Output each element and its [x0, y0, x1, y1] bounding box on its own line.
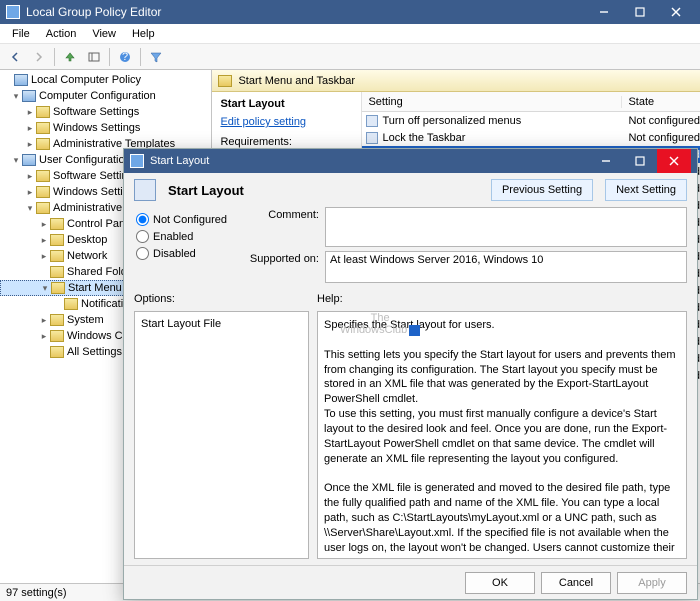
toolbar-separator: [140, 48, 141, 66]
row-state: Not configured: [622, 115, 700, 127]
apply-button[interactable]: Apply: [617, 572, 687, 594]
tree-cc-software[interactable]: ▸Software Settings: [0, 104, 211, 120]
dialog-minimize-button[interactable]: [589, 149, 623, 173]
dialog-close-button[interactable]: [657, 149, 691, 173]
dialog-icon: [130, 154, 144, 168]
tree-cc-windows[interactable]: ▸Windows Settings: [0, 120, 211, 136]
tree-label: Software Settings: [53, 106, 139, 118]
tree-label: Windows Settings: [53, 122, 140, 134]
policy-dialog: Start Layout Start Layout Previous Setti…: [123, 148, 698, 600]
previous-setting-button[interactable]: Previous Setting: [491, 179, 593, 201]
tree-label: User Configuration: [39, 154, 131, 166]
requirements-label: Requirements:: [220, 136, 353, 148]
maximize-button[interactable]: [622, 0, 658, 24]
minimize-button[interactable]: [586, 0, 622, 24]
right-heading: Start Menu and Taskbar: [238, 75, 355, 87]
setting-icon: [366, 115, 378, 127]
menu-view[interactable]: View: [86, 26, 122, 42]
radio-enabled[interactable]: Enabled: [136, 230, 227, 243]
menu-action[interactable]: Action: [40, 26, 83, 42]
dialog-title: Start Layout: [150, 155, 589, 167]
folder-icon: [218, 75, 232, 87]
list-row[interactable]: Turn off personalized menus Not configure…: [362, 112, 700, 129]
right-header: Start Menu and Taskbar: [212, 70, 700, 92]
forward-button[interactable]: [28, 46, 50, 68]
menubar: File Action View Help: [0, 24, 700, 44]
col-setting[interactable]: Setting: [362, 96, 622, 108]
menu-help[interactable]: Help: [126, 26, 161, 42]
tree-label: All Settings: [67, 346, 122, 358]
close-button[interactable]: [658, 0, 694, 24]
cancel-button[interactable]: Cancel: [541, 572, 611, 594]
edit-policy-link[interactable]: Edit policy setting: [220, 116, 306, 128]
tree-root[interactable]: Local Computer Policy: [0, 72, 211, 88]
toolbar-separator: [54, 48, 55, 66]
tree-label: Computer Configuration: [39, 90, 156, 102]
setting-icon: [366, 132, 378, 144]
supported-text: At least Windows Server 2016, Windows 10: [325, 251, 687, 283]
up-button[interactable]: [59, 46, 81, 68]
next-setting-button[interactable]: Next Setting: [605, 179, 687, 201]
detail-title: Start Layout: [220, 98, 353, 110]
window-title: Local Group Policy Editor: [26, 5, 586, 19]
policy-icon: [134, 179, 156, 201]
comment-input[interactable]: [325, 207, 687, 247]
menu-file[interactable]: File: [6, 26, 36, 42]
show-hide-button[interactable]: [83, 46, 105, 68]
tree-label: Network: [67, 250, 107, 262]
radio-label: Disabled: [153, 248, 196, 260]
option-field-label: Start Layout File: [141, 318, 221, 330]
toolbar: ?: [0, 44, 700, 70]
dialog-button-row: OK Cancel Apply: [124, 565, 697, 599]
col-state[interactable]: State: [622, 96, 700, 108]
status-count: 97 setting(s): [6, 587, 67, 599]
tree-label: Desktop: [67, 234, 107, 246]
tree-computer-config[interactable]: ▾Computer Configuration: [0, 88, 211, 104]
svg-text:?: ?: [122, 51, 128, 63]
ok-button[interactable]: OK: [465, 572, 535, 594]
help-button[interactable]: ?: [114, 46, 136, 68]
help-panel[interactable]: Specifies the Start layout for users.Thi…: [317, 311, 687, 559]
supported-label: Supported on:: [239, 251, 319, 265]
radio-label: Enabled: [153, 231, 193, 243]
options-label: Options:: [134, 293, 309, 305]
state-radio-group: Not Configured Enabled Disabled: [134, 207, 229, 287]
filter-button[interactable]: [145, 46, 167, 68]
toolbar-separator: [109, 48, 110, 66]
row-name: Turn off personalized menus: [382, 115, 521, 127]
main-titlebar: Local Group Policy Editor: [0, 0, 700, 24]
radio-not-configured[interactable]: Not Configured: [136, 213, 227, 226]
row-name: Lock the Taskbar: [382, 132, 465, 144]
back-button[interactable]: [4, 46, 26, 68]
comment-label: Comment:: [239, 207, 319, 221]
app-icon: [6, 5, 20, 19]
row-state: Not configured: [622, 132, 700, 144]
radio-disabled[interactable]: Disabled: [136, 247, 227, 260]
radio-label: Not Configured: [153, 214, 227, 226]
list-header[interactable]: Setting State: [362, 92, 700, 112]
dialog-titlebar[interactable]: Start Layout: [124, 149, 697, 173]
help-label: Help:: [317, 293, 687, 305]
dialog-maximize-button[interactable]: [623, 149, 657, 173]
policy-heading: Start Layout: [168, 183, 479, 198]
tree-label: Local Computer Policy: [31, 74, 141, 86]
tree-label: System: [67, 314, 104, 326]
options-panel: Start Layout File: [134, 311, 309, 559]
list-row[interactable]: Lock the Taskbar Not configured: [362, 129, 700, 146]
